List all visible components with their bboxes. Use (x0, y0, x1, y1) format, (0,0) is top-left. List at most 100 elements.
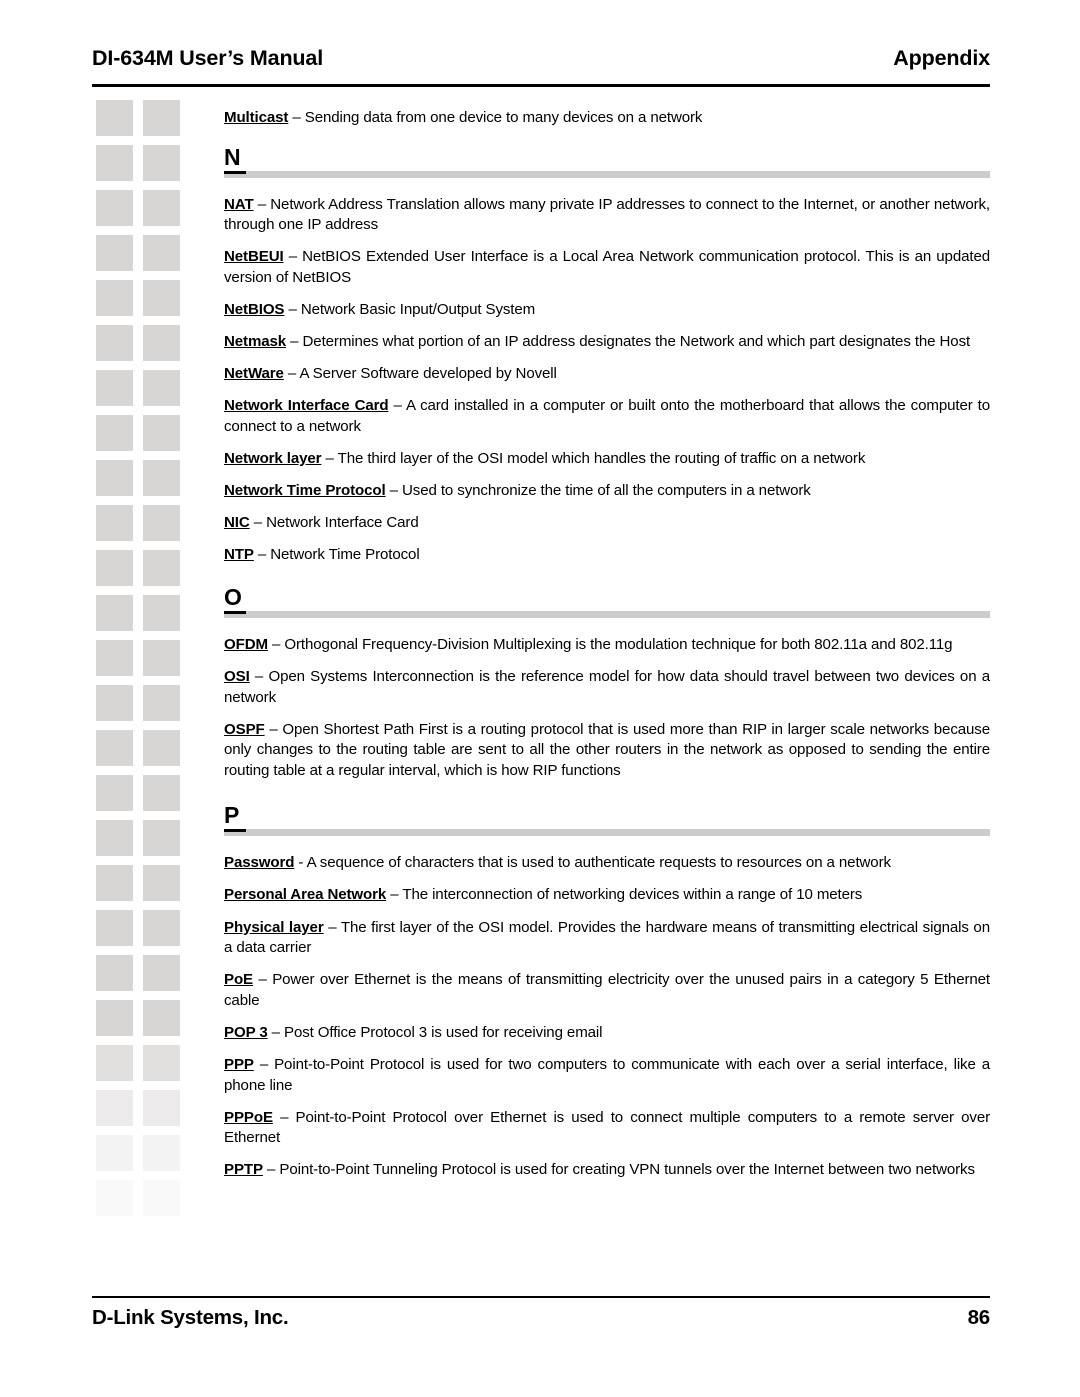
glossary-dash: - (294, 854, 307, 872)
glossary-definition: Determines what portion of an IP address… (302, 333, 971, 351)
sidebar-square-row (96, 460, 188, 496)
sidebar-square-row (96, 955, 188, 991)
sidebar-square (96, 370, 133, 406)
sidebar-square (96, 1000, 133, 1036)
sidebar-square-row (96, 1180, 188, 1216)
glossary-term: Network Interface Card (224, 397, 389, 415)
glossary-dash: – (388, 397, 406, 415)
sidebar-square (143, 865, 180, 901)
glossary-definition: A sequence of characters that is used to… (306, 854, 891, 872)
sidebar-square-row (96, 190, 188, 226)
section-heading-rule (224, 170, 990, 178)
section-heading-O: O (224, 583, 990, 622)
sidebar-square-row (96, 1135, 188, 1171)
glossary-entry: OSI – Open Systems Interconnection is th… (224, 667, 990, 708)
glossary-definition: Point-to-Point Protocol over Ethernet is… (224, 1108, 991, 1147)
sidebar-square-row (96, 775, 188, 811)
sidebar-square (96, 235, 133, 271)
glossary-entry: PPP – Point-to-Point Protocol is used fo… (224, 1055, 990, 1096)
sidebar-square (143, 550, 180, 586)
glossary-entry: Physical layer – The first layer of the … (224, 918, 990, 959)
sidebar-square (143, 145, 180, 181)
sidebar-square-row (96, 415, 188, 451)
sidebar-square (143, 775, 180, 811)
glossary-definition: Point-to-Point Protocol is used for two … (224, 1056, 991, 1094)
sidebar-square (143, 370, 180, 406)
sidebar-square (96, 145, 133, 181)
glossary-entry: Network Time Protocol – Used to synchron… (224, 481, 990, 502)
glossary-dash: – (253, 195, 271, 213)
sidebar-square (96, 325, 133, 361)
glossary-definition: Open Systems Interconnection is the refe… (224, 667, 991, 706)
sidebar-square (96, 190, 133, 226)
sidebar-square-row (96, 280, 188, 316)
glossary-content: Multicast – Sending data from one device… (224, 108, 990, 1181)
sidebar-square (143, 1090, 180, 1126)
glossary-entry: NIC – Network Interface Card (224, 513, 990, 534)
glossary-dash: – (284, 300, 301, 318)
glossary-dash: – (323, 918, 341, 936)
footer-company-name: D-Link Systems, Inc. (92, 1306, 289, 1329)
section-letter: O (224, 583, 242, 610)
glossary-term: Password (224, 854, 295, 872)
glossary-dash: – (283, 248, 303, 266)
glossary-term: Physical layer (224, 918, 324, 936)
sidebar-square (143, 1045, 180, 1081)
sidebar-square (96, 1180, 133, 1216)
manual-title: DI-634M User’s Manual (92, 46, 324, 70)
sidebar-square-row (96, 370, 188, 406)
sidebar-square-row (96, 505, 188, 541)
glossary-term: Multicast (224, 109, 289, 126)
glossary-definition: Network Basic Input/Output System (300, 300, 536, 318)
sidebar-square (143, 1135, 180, 1171)
glossary-entry: NTP – Network Time Protocol (224, 545, 990, 566)
sidebar-square (96, 1090, 133, 1126)
sidebar-square (96, 280, 133, 316)
sidebar-square-grid (96, 100, 188, 1265)
sidebar-square (143, 190, 180, 226)
glossary-definition: Orthogonal Frequency-Division Multiplexi… (284, 635, 953, 653)
sidebar-square (96, 955, 133, 991)
glossary-entry: Password - A sequence of characters that… (224, 853, 990, 874)
glossary-definition: A Server Software developed by Novell (299, 365, 557, 383)
glossary-term: OFDM (224, 635, 268, 653)
glossary-term: NetBIOS (224, 300, 285, 318)
section-heading-rule (224, 610, 990, 618)
glossary-definition: NetBIOS Extended User Interface is a Loc… (224, 248, 991, 286)
sidebar-square (96, 685, 133, 721)
glossary-definition: Sending data from one device to many dev… (304, 109, 703, 126)
sidebar-square-row (96, 910, 188, 946)
sidebar-square (96, 910, 133, 946)
sidebar-square (96, 460, 133, 496)
glossary-entry: Multicast – Sending data from one device… (224, 108, 990, 129)
glossary-definition: Power over Ethernet is the means of tran… (224, 971, 990, 1009)
glossary-term: OSPF (224, 720, 265, 738)
sidebar-square (143, 820, 180, 856)
glossary-dash: – (272, 1108, 296, 1126)
glossary-term: Netmask (224, 333, 287, 351)
footer-divider (92, 1296, 990, 1298)
glossary-definition: Network Time Protocol (270, 546, 420, 564)
sidebar-square (143, 595, 180, 631)
glossary-definition: The third layer of the OSI model which h… (337, 449, 866, 467)
glossary-dash: – (283, 365, 300, 383)
glossary-term: NTP (224, 546, 254, 564)
sidebar-square-row (96, 325, 188, 361)
sidebar-square (96, 730, 133, 766)
glossary-term: NIC (224, 514, 250, 532)
glossary-definition: Network Interface Card (266, 514, 419, 532)
sidebar-square (143, 505, 180, 541)
sidebar-square (96, 1045, 133, 1081)
glossary-definition: Open Shortest Path First is a routing pr… (224, 720, 991, 779)
sidebar-square-row (96, 820, 188, 856)
glossary-entry: Network layer – The third layer of the O… (224, 449, 990, 470)
sidebar-square (143, 100, 180, 136)
sidebar-square (143, 910, 180, 946)
sidebar-square (96, 595, 133, 631)
glossary-entry: OFDM – Orthogonal Frequency-Division Mul… (224, 635, 990, 656)
glossary-dash: – (286, 333, 303, 351)
sidebar-square (143, 685, 180, 721)
glossary-entry: NetBEUI – NetBIOS Extended User Interfac… (224, 247, 990, 288)
sidebar-square (96, 550, 133, 586)
glossary-entry: NetBIOS – Network Basic Input/Output Sys… (224, 300, 990, 321)
